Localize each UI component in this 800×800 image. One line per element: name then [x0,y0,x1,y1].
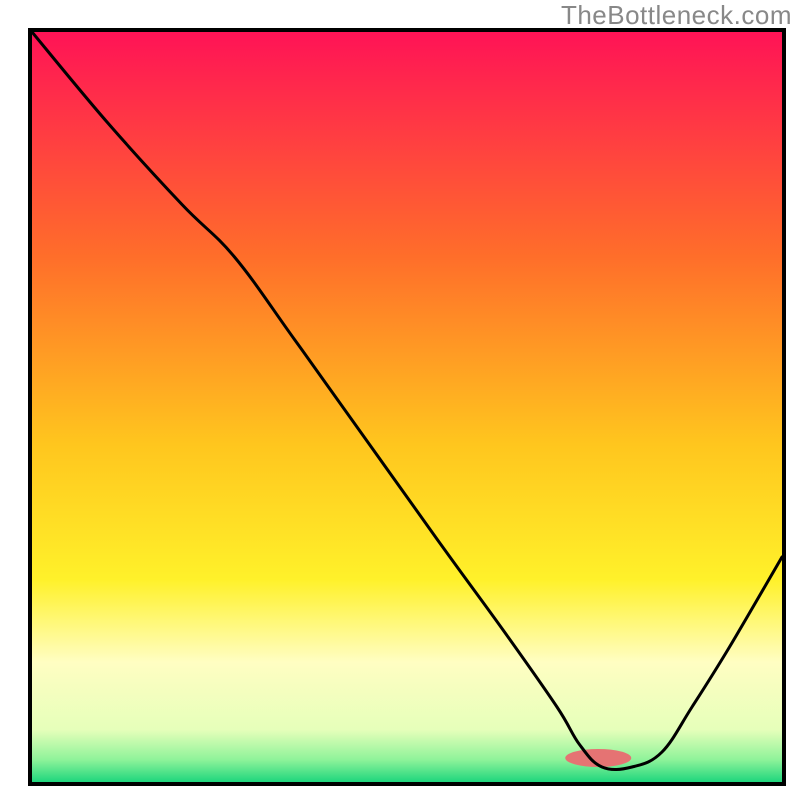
gradient-background [32,32,782,782]
chart-frame: TheBottleneck.com [0,0,800,800]
plot-svg [32,32,782,782]
plot-area [28,28,786,786]
watermark-label: TheBottleneck.com [561,0,792,31]
